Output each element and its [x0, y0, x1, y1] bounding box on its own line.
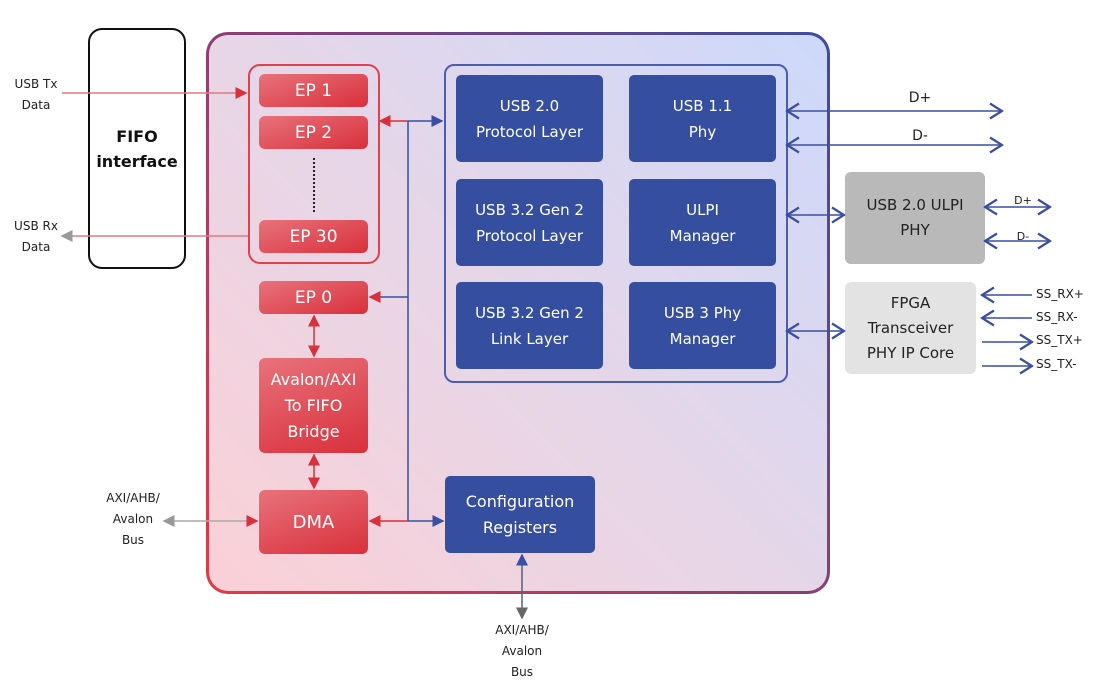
- connection-wires: [60, 87, 1100, 620]
